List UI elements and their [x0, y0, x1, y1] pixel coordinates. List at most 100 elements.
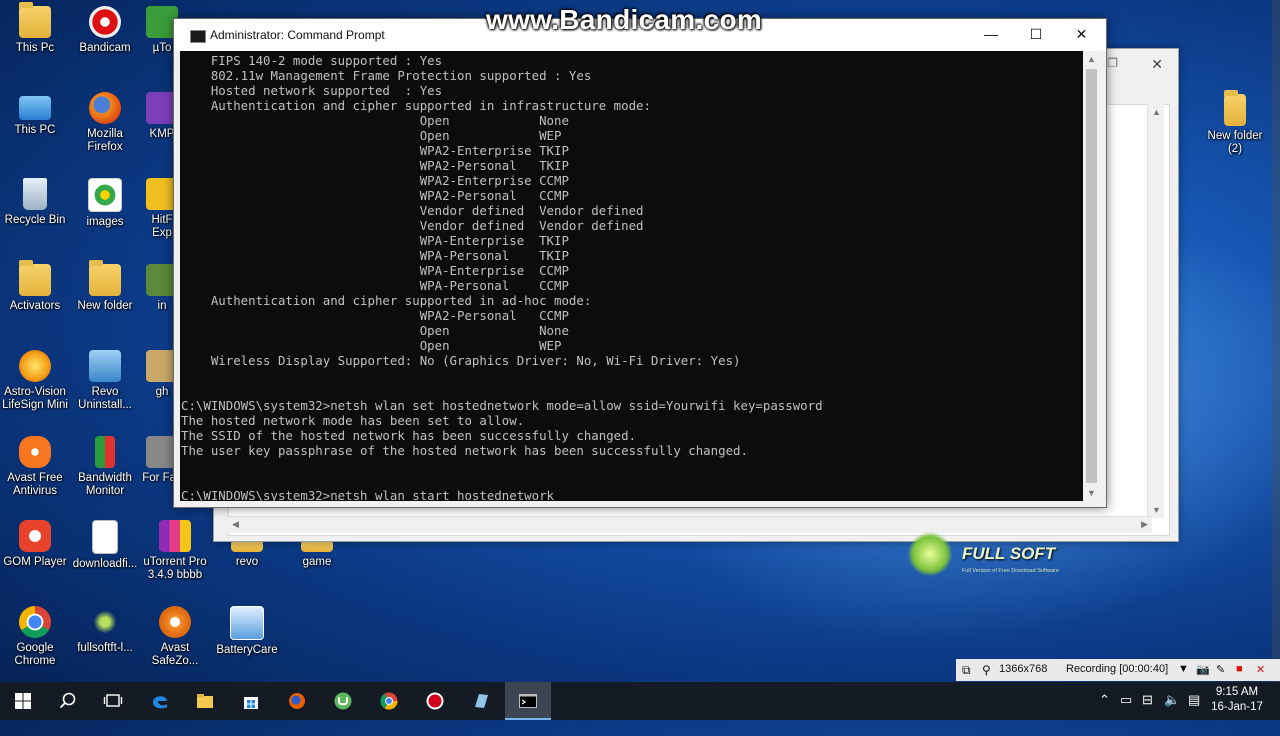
task-view-button[interactable]	[90, 682, 136, 720]
search-button[interactable]	[45, 682, 91, 720]
vertical-scrollbar[interactable]: ▲ ▼	[1147, 104, 1164, 518]
image-file-icon	[88, 178, 122, 212]
recording-status: Recording [00:00:40]	[1066, 663, 1169, 675]
scroll-down-icon[interactable]: ▼	[1087, 488, 1096, 498]
firefox-icon	[89, 92, 121, 124]
desktop-icon-new-folder[interactable]: New folder	[72, 260, 138, 313]
terminal-scrollbar[interactable]: ▲ ▼	[1083, 51, 1100, 501]
folder-icon	[1224, 90, 1246, 126]
desktop-icon-recycle-bin[interactable]: Recycle Bin	[2, 178, 68, 227]
taskbar-firefox[interactable]	[274, 682, 320, 720]
desktop-icon-batterycare[interactable]: BatteryCare	[214, 606, 280, 657]
show-hidden-icons-chevron-icon[interactable]: ⌃	[1099, 692, 1110, 708]
start-button[interactable]	[0, 682, 46, 720]
search-icon	[59, 692, 76, 709]
volume-icon[interactable]: 🔈	[1164, 692, 1180, 708]
desktop-icon-bandwidth-monitor[interactable]: Bandwidth Monitor	[72, 436, 138, 498]
terminal-text: FIPS 140-2 mode supported : Yes 802.11w …	[181, 53, 823, 501]
scroll-up-icon[interactable]: ▲	[1152, 107, 1161, 117]
desktop-icon-label: This Pc	[15, 42, 55, 54]
desktop-icon-activators[interactable]: Activators	[2, 260, 68, 313]
close-button[interactable]: ✕	[1059, 19, 1104, 51]
taskbar-clock[interactable]: 9:15 AM 16-Jan-17	[1206, 685, 1268, 715]
taskbar-store[interactable]	[228, 682, 274, 720]
chevron-down-icon[interactable]: ▼	[1178, 663, 1189, 675]
folder-icon	[19, 260, 51, 296]
desktop-icon-this-pc[interactable]: This PC	[2, 92, 68, 137]
desktop-icon-label: Bandwidth Monitor	[78, 472, 132, 497]
desktop-icon-avast-safezone[interactable]: Avast SafeZo...	[142, 606, 208, 668]
taskbar-utorrent[interactable]	[320, 682, 366, 720]
minimize-button[interactable]: —	[969, 19, 1013, 51]
command-prompt-window[interactable]: Administrator: Command Prompt — ☐ ✕ FIPS…	[173, 18, 1107, 508]
desktop-icon-label: uTorrent Pro 3.4.9 bbbb	[143, 556, 207, 581]
chrome-icon	[380, 692, 398, 710]
recording-bar[interactable]: ⧉ ⚲ 1366x768 Recording [00:00:40] ▼ 📷 ✎ …	[956, 659, 1280, 681]
desktop-icon-avast[interactable]: Avast Free Antivirus	[2, 436, 68, 498]
clock-time: 9:15 AM	[1215, 686, 1259, 698]
desktop-icon-revo-uninstaller[interactable]: Revo Uninstall...	[72, 350, 138, 412]
taskbar-chrome[interactable]	[366, 682, 412, 720]
scroll-up-icon[interactable]: ▲	[1087, 54, 1096, 64]
windows-icon	[15, 693, 31, 709]
taskbar-edge[interactable]	[137, 682, 183, 720]
app-window-icon	[475, 694, 488, 708]
taskbar-file-explorer[interactable]	[182, 682, 228, 720]
bandicam-icon	[89, 6, 121, 38]
maximize-button[interactable]: ☐	[1014, 19, 1058, 51]
desktop-icon-label: images	[86, 216, 124, 228]
close-icon[interactable]: ✕	[1151, 56, 1163, 73]
fullsoft-star-icon	[908, 532, 952, 576]
desktop-icon-label: BatteryCare	[216, 644, 278, 656]
folder-user-icon	[19, 2, 51, 38]
zoom-icon[interactable]: ⚲	[982, 663, 991, 677]
restore-icon[interactable]: ❐	[1107, 56, 1118, 70]
desktop-icon-label: fullsoftft-l...	[77, 642, 133, 654]
horizontal-scrollbar[interactable]: ◀ ▶	[228, 516, 1152, 533]
action-center-icon[interactable]: ▤	[1188, 692, 1200, 708]
chrome-icon	[19, 606, 51, 638]
scroll-left-icon[interactable]: ◀	[232, 519, 239, 530]
minimize-icon: —	[984, 26, 998, 42]
desktop-icon-label: Revo Uninstall...	[78, 386, 132, 411]
desktop-icon-fullsoftft[interactable]: fullsoftft-l...	[72, 606, 138, 655]
desktop-icon-google-chrome[interactable]: Google Chrome	[2, 606, 68, 668]
terminal-output[interactable]: FIPS 140-2 mode supported : Yes 802.11w …	[180, 51, 1083, 501]
desktop-icon-label: Activators	[9, 300, 61, 312]
taskbar-command-prompt[interactable]	[505, 682, 551, 720]
close-recorder-icon[interactable]: ✕	[1256, 663, 1265, 676]
stop-record-icon[interactable]: ■	[1236, 663, 1243, 675]
network-icon[interactable]: ⊟	[1142, 692, 1153, 708]
screen-edge-scrollbar	[1272, 0, 1280, 682]
taskbar-app[interactable]	[458, 682, 504, 720]
avast-safezone-icon	[159, 606, 191, 638]
desktop-icon-images[interactable]: images	[72, 178, 138, 229]
window-mode-icon[interactable]: ⧉	[962, 663, 971, 678]
desktop-icon-gom-player[interactable]: GOM Player	[2, 520, 68, 569]
recycle-bin-icon	[23, 178, 47, 210]
desktop-icon-bandicam[interactable]: Bandicam	[72, 6, 138, 55]
pdf-file-icon	[92, 520, 118, 554]
desktop-icon-downloadfile[interactable]: downloadfi...	[72, 520, 138, 571]
cmd-icon	[519, 694, 537, 708]
scroll-right-icon[interactable]: ▶	[1141, 519, 1148, 530]
desktop-icon-astro-vision[interactable]: Astro-Vision LifeSign Mini	[2, 350, 68, 412]
maximize-icon: ☐	[1029, 26, 1043, 42]
scrollbar-thumb[interactable]	[1086, 69, 1097, 483]
desktop-icon-firefox[interactable]: Mozilla Firefox	[72, 92, 138, 154]
camera-icon[interactable]: 📷	[1196, 663, 1210, 676]
utorrent-icon	[334, 692, 352, 710]
bandwidth-monitor-icon	[95, 436, 115, 468]
taskbar: ⌃ ▭ ⊟ 🔈 ▤ 9:15 AM 16-Jan-17	[0, 682, 1280, 720]
recording-resolution: 1366x768	[999, 663, 1048, 675]
revo-icon	[89, 350, 121, 382]
fullsoft-tagline: Full Version of Free Download Software	[962, 568, 1059, 574]
desktop-icon-this-pc-folder[interactable]: This Pc	[2, 2, 68, 55]
pencil-icon[interactable]: ✎	[1216, 663, 1225, 676]
scroll-down-icon[interactable]: ▼	[1152, 505, 1161, 515]
desktop-icon-new-folder-2[interactable]: New folder (2)	[1202, 90, 1268, 156]
desktop-icon-utorrent-pro[interactable]: uTorrent Pro 3.4.9 bbbb	[142, 520, 208, 582]
taskbar-bandicam[interactable]	[412, 682, 458, 720]
battery-icon[interactable]: ▭	[1120, 692, 1132, 708]
desktop-icon-label: Avast SafeZo...	[151, 642, 199, 667]
